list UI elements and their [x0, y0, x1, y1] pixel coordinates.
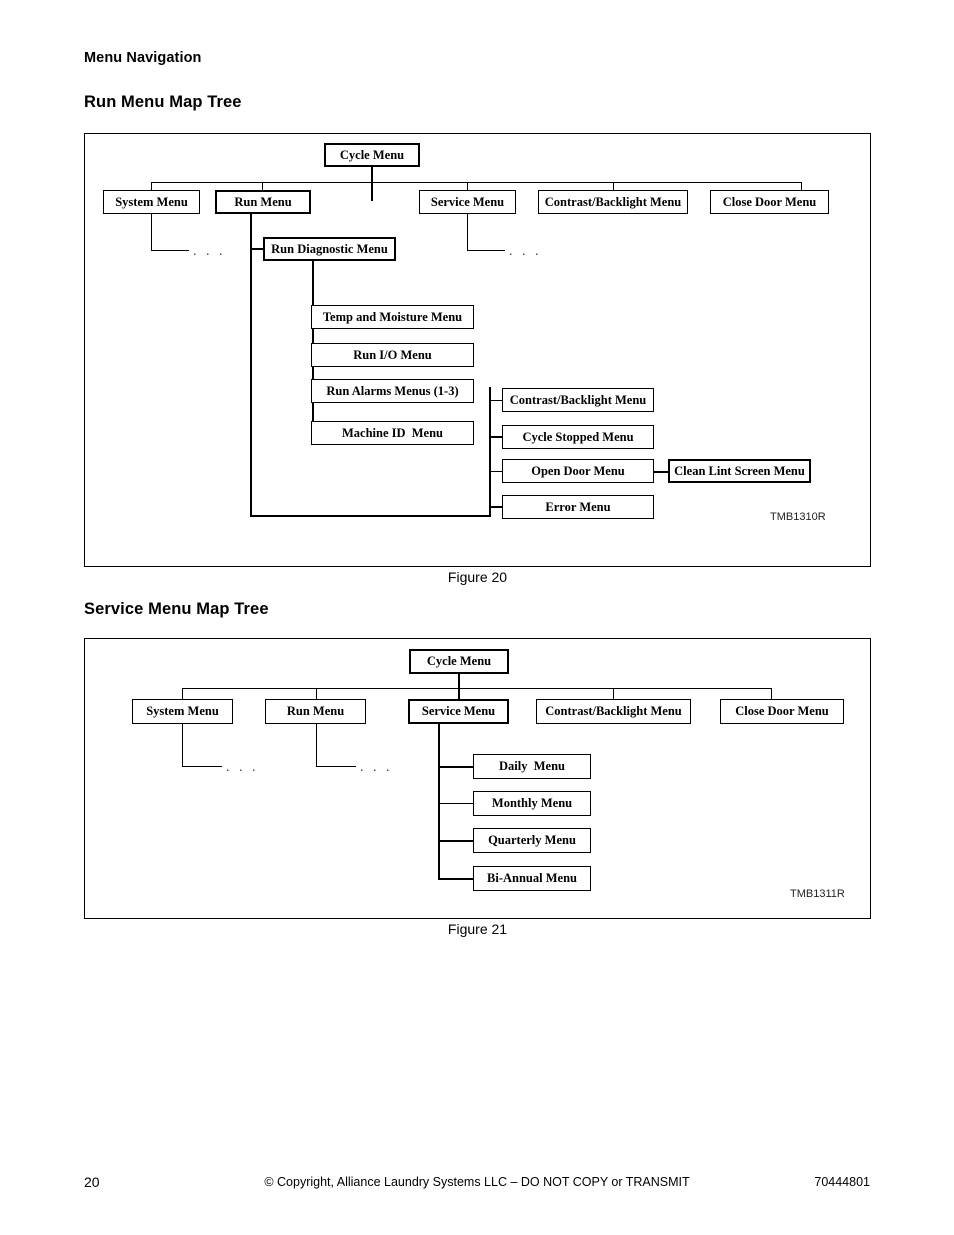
- connector-run-trunk: [250, 214, 252, 517]
- connector-top-bus: [182, 688, 772, 689]
- ellipsis-system-menu: . . .: [226, 760, 259, 775]
- ellipsis-run-menu: . . .: [360, 760, 393, 775]
- node-temp-and-moisture-menu[interactable]: Temp and Moisture Menu: [311, 305, 474, 329]
- connector-root-stem: [458, 674, 460, 689]
- section-title-run-menu-map-tree: Run Menu Map Tree: [84, 93, 242, 111]
- connector-open-door-to-clean-lint: [654, 471, 669, 473]
- connector-service-trunk: [438, 724, 440, 880]
- figure-caption-21: Figure 21: [447, 921, 508, 937]
- node-contrast-backlight-menu[interactable]: Contrast/Backlight Menu: [536, 699, 691, 724]
- connector-stub-cycle-stopped: [489, 436, 503, 438]
- connector-run-to-diagnostic: [250, 248, 264, 250]
- connector-root-stem: [371, 167, 373, 183]
- node-run-menu[interactable]: Run Menu: [265, 699, 366, 724]
- node-run-io-menu[interactable]: Run I/O Menu: [311, 343, 474, 367]
- node-quarterly-menu[interactable]: Quarterly Menu: [473, 828, 591, 853]
- figure-caption-20: Figure 20: [447, 569, 508, 585]
- connector-stub-open-door: [489, 471, 503, 472]
- connector-stub-daily: [438, 766, 474, 768]
- connector-stub-monthly: [438, 803, 474, 804]
- node-system-menu[interactable]: System Menu: [103, 190, 200, 214]
- node-monthly-menu[interactable]: Monthly Menu: [473, 791, 591, 816]
- node-daily-menu[interactable]: Daily Menu: [473, 754, 591, 779]
- node-contrast-backlight-menu[interactable]: Contrast/Backlight Menu: [538, 190, 688, 214]
- ellipsis-service-menu: . . .: [509, 244, 542, 259]
- node-error-menu[interactable]: Error Menu: [502, 495, 654, 519]
- node-bi-annual-menu[interactable]: Bi-Annual Menu: [473, 866, 591, 891]
- node-run-diagnostic-menu[interactable]: Run Diagnostic Menu: [263, 237, 396, 261]
- node-service-menu[interactable]: Service Menu: [408, 699, 509, 724]
- figure-code-run: TMB1310R: [770, 511, 826, 523]
- node-clean-lint-screen-menu[interactable]: Clean Lint Screen Menu: [668, 459, 811, 483]
- node-run-alarms-menus[interactable]: Run Alarms Menus (1-3): [311, 379, 474, 403]
- connector-stub-bi-annual: [438, 878, 474, 880]
- node-cycle-menu[interactable]: Cycle Menu: [324, 143, 420, 167]
- connector-stub-contrast-2: [489, 400, 503, 401]
- node-run-menu[interactable]: Run Menu: [215, 190, 311, 214]
- section-title-service-menu-map-tree: Service Menu Map Tree: [84, 600, 269, 618]
- connector-service-down: [467, 214, 468, 251]
- connector-system-down: [151, 214, 152, 251]
- node-cycle-stopped-menu[interactable]: Cycle Stopped Menu: [502, 425, 654, 449]
- figure-code-service: TMB1311R: [790, 888, 845, 900]
- node-machine-id-menu[interactable]: Machine ID Menu: [311, 421, 474, 445]
- node-close-door-menu[interactable]: Close Door Menu: [710, 190, 829, 214]
- connector-drop-service-center: [371, 182, 373, 201]
- connector-service-elbow: [467, 250, 505, 251]
- connector-system-elbow: [182, 766, 222, 767]
- figure-service-menu-map-tree: Cycle Menu System Menu Run Menu Service …: [84, 638, 871, 919]
- connector-stub-quarterly: [438, 840, 474, 842]
- connector-system-down: [182, 724, 183, 767]
- connector-run-down: [316, 724, 317, 767]
- node-close-door-menu[interactable]: Close Door Menu: [720, 699, 844, 724]
- node-contrast-backlight-menu-2[interactable]: Contrast/Backlight Menu: [502, 388, 654, 412]
- connector-right-column-trunk: [489, 387, 491, 517]
- footer-copyright: © Copyright, Alliance Laundry Systems LL…: [264, 1175, 690, 1189]
- connector-diagnostic-wrap: [250, 515, 491, 517]
- connector-system-elbow: [151, 250, 189, 251]
- footer-document-number: 70444801: [814, 1175, 870, 1189]
- node-cycle-menu[interactable]: Cycle Menu: [409, 649, 509, 674]
- figure-run-menu-map-tree: Cycle Menu System Menu Run Menu Service …: [84, 133, 871, 567]
- running-head: Menu Navigation: [84, 50, 202, 66]
- connector-run-elbow: [316, 766, 356, 767]
- node-service-menu[interactable]: Service Menu: [419, 190, 516, 214]
- node-system-menu[interactable]: System Menu: [132, 699, 233, 724]
- ellipsis-system-menu: . . .: [193, 244, 226, 259]
- node-open-door-menu[interactable]: Open Door Menu: [502, 459, 654, 483]
- connector-top-bus: [151, 182, 802, 183]
- connector-stub-error: [489, 506, 503, 508]
